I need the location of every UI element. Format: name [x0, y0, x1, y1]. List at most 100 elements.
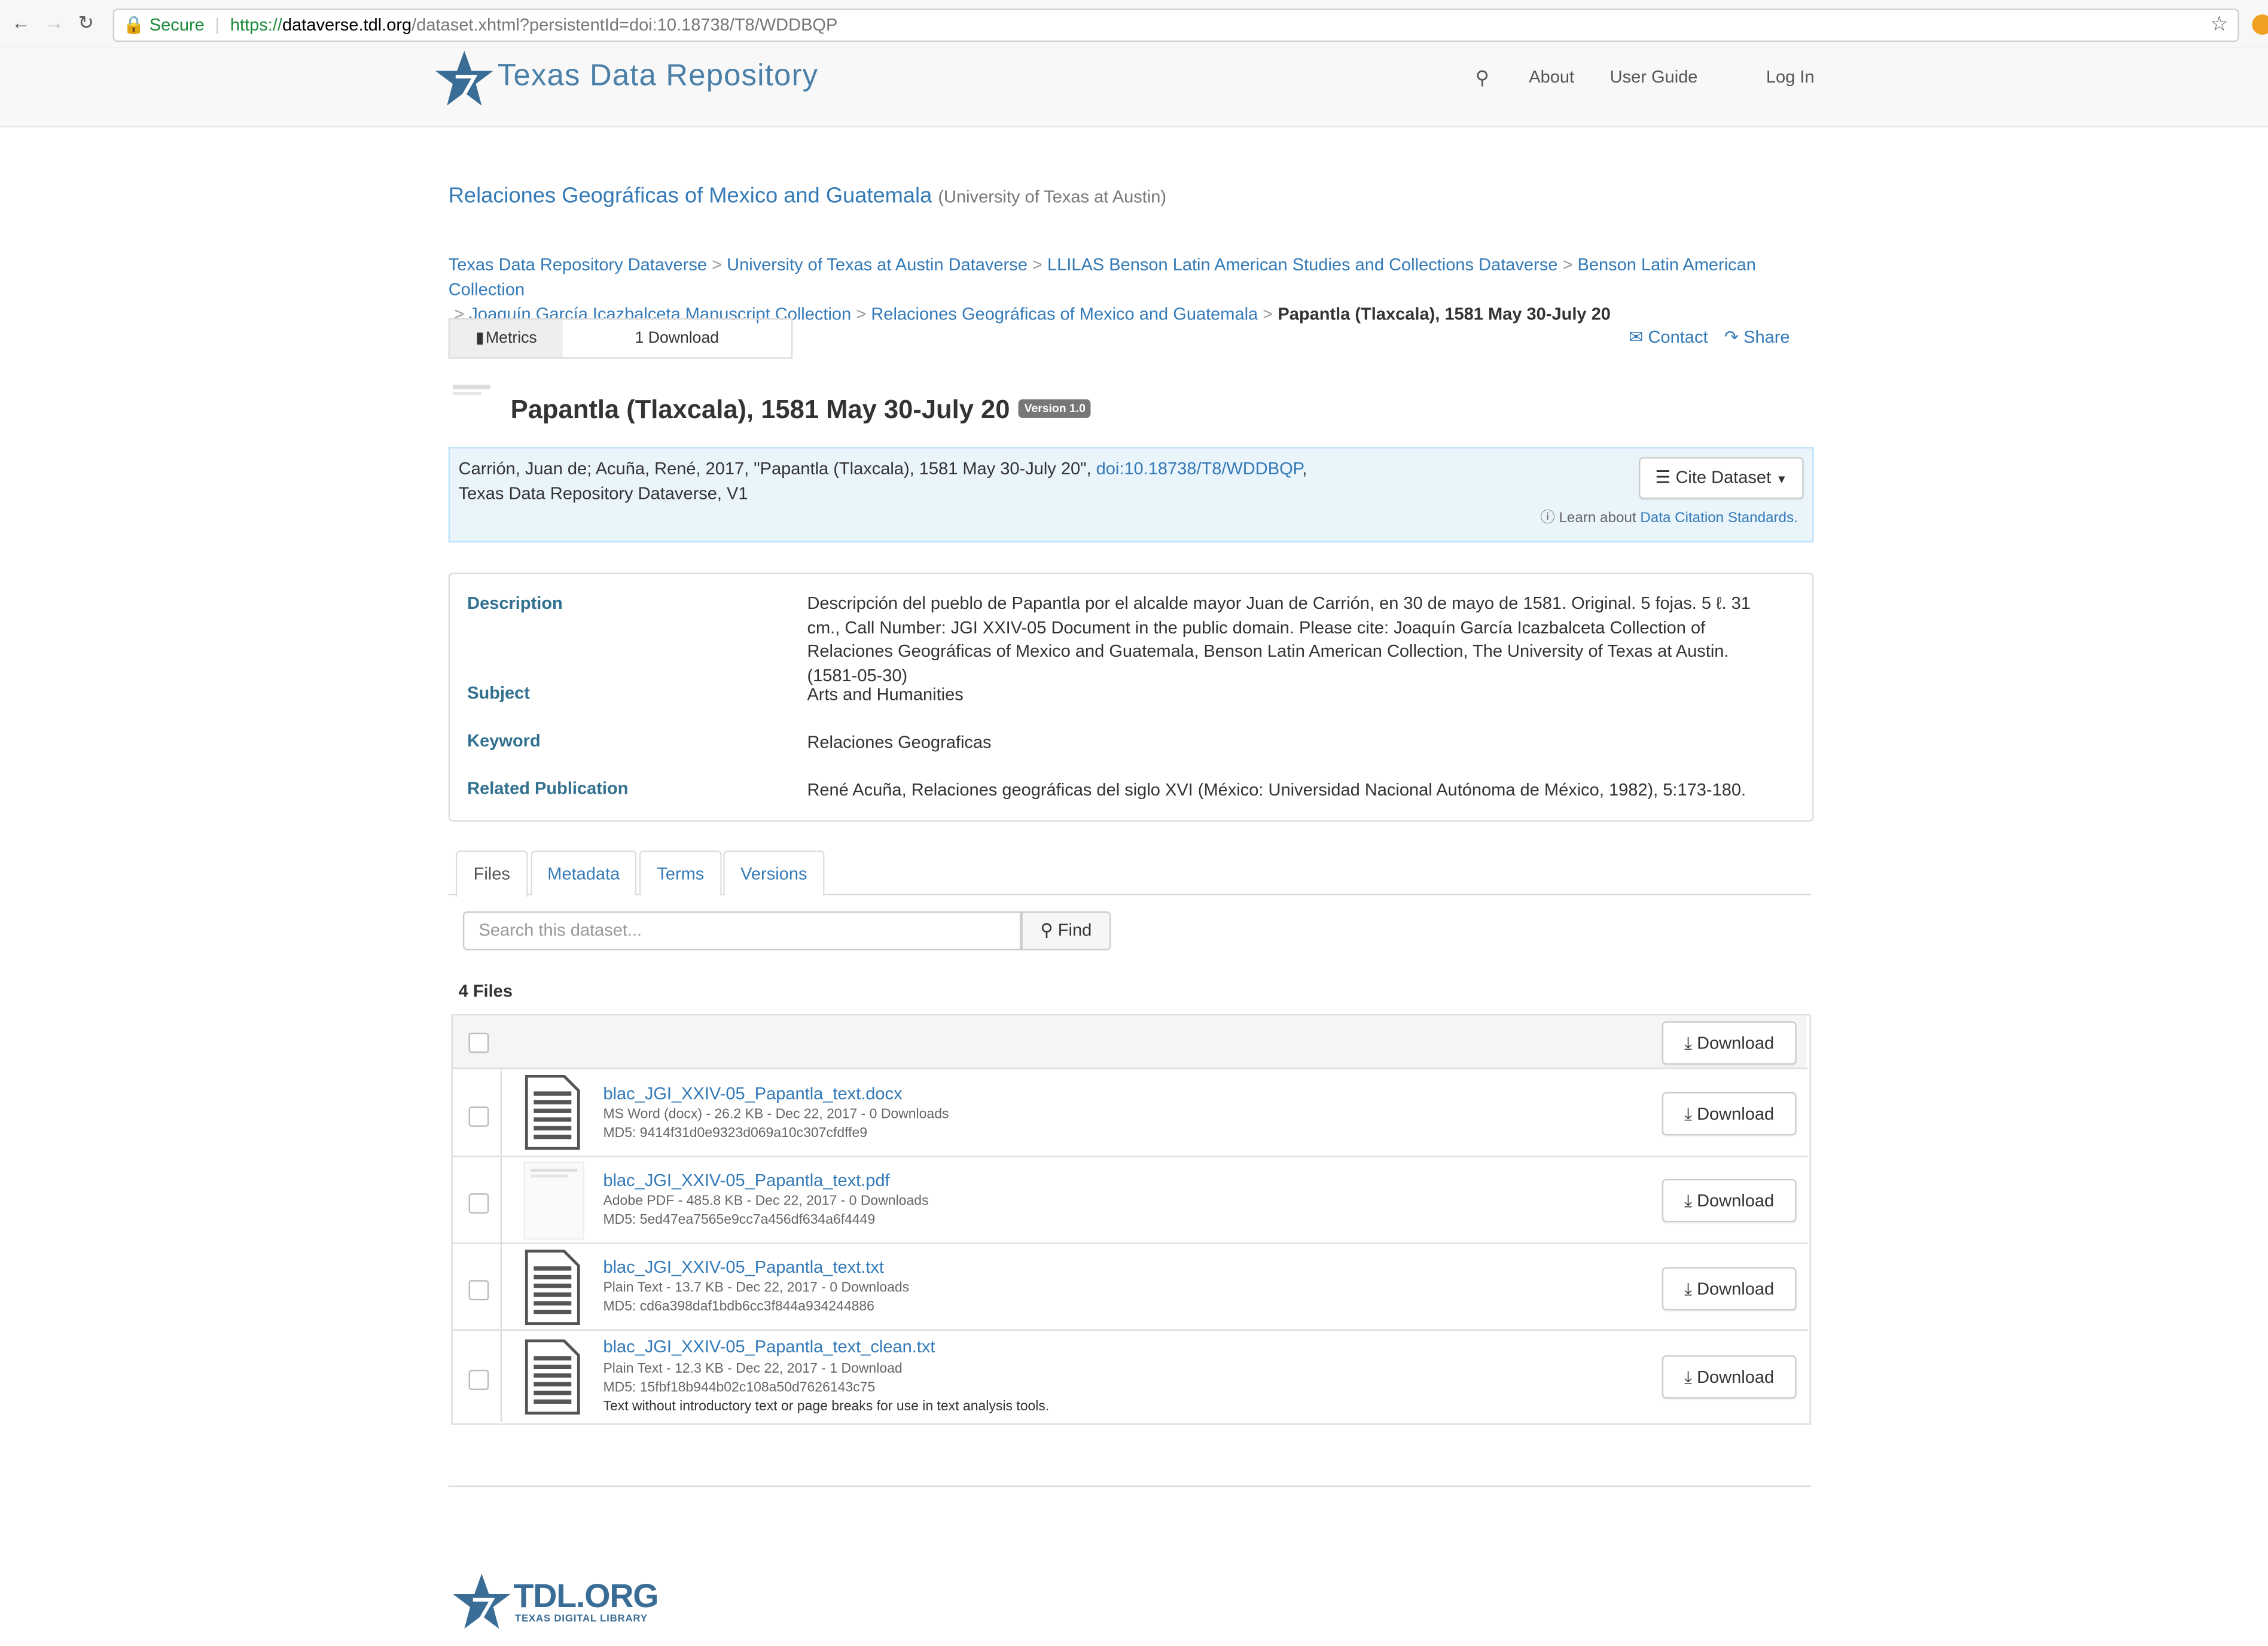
- file-md5: MD5: cd6a398daf1bdb6cc3f844a934244886: [603, 1298, 874, 1315]
- file-meta: Plain Text - 13.7 KB - Dec 22, 2017 - 0 …: [603, 1280, 910, 1296]
- document-icon: [525, 1339, 580, 1415]
- metrics-label[interactable]: ▮ Metrics: [450, 319, 563, 358]
- select-all-checkbox[interactable]: [468, 1032, 489, 1053]
- download-icon: ⤓: [1684, 1367, 1692, 1388]
- nav-login[interactable]: Log In: [1766, 66, 1815, 87]
- keyword-value: Relaciones Geograficas: [807, 731, 992, 752]
- breadcrumb-separator: >: [712, 254, 723, 275]
- metrics-box: ▮ Metrics 1 Download: [448, 318, 793, 359]
- download-icon: ⤓: [1684, 1032, 1692, 1053]
- metrics-downloads: 1 Download: [635, 330, 720, 348]
- forward-icon[interactable]: →: [45, 11, 63, 33]
- tab-files[interactable]: Files: [455, 850, 528, 897]
- dataset-thumbnail-line: [452, 392, 482, 395]
- download-button[interactable]: ⤓ Download: [1662, 1092, 1797, 1136]
- file-checkbox[interactable]: [468, 1370, 489, 1391]
- subject-label: Subject: [467, 682, 530, 703]
- document-icon: [525, 1249, 580, 1325]
- envelope-icon: ✉: [1629, 327, 1644, 348]
- file-count: 4 Files: [458, 980, 513, 1001]
- tdl-logo-subtitle: TEXAS DIGITAL LIBRARY: [514, 1614, 648, 1624]
- citation-prefix: Carrión, Juan de; Acuña, René, 2017, "Pa…: [458, 458, 1096, 479]
- column-divider: [500, 1330, 502, 1422]
- download-button[interactable]: ⤓ Download: [1662, 1355, 1797, 1399]
- download-label: Download: [1697, 1190, 1775, 1211]
- breadcrumb-item[interactable]: University of Texas at Austin Dataverse: [727, 255, 1028, 275]
- footer-divider: [448, 1485, 1811, 1488]
- breadcrumb: Texas Data Repository Dataverse > Univer…: [449, 253, 1815, 327]
- download-label: Download: [1697, 1032, 1775, 1053]
- contact-button[interactable]: ✉ Contact: [1629, 327, 1708, 348]
- file-checkbox[interactable]: [468, 1280, 489, 1301]
- dataset-thumbnail: [452, 385, 490, 389]
- description-value: Descripción del pueblo de Papantla por e…: [807, 593, 1751, 685]
- file-name-link[interactable]: blac_JGI_XXIV-05_Papantla_text_clean.txt: [603, 1337, 935, 1357]
- tab-versions[interactable]: Versions: [723, 850, 825, 895]
- tab-terms[interactable]: Terms: [639, 850, 722, 895]
- download-button[interactable]: ⤓ Download: [1662, 1178, 1797, 1223]
- document-icon: [525, 1074, 580, 1150]
- citation-help: ⓘ Learn about Data Citation Standards.: [1540, 505, 1798, 527]
- bar-chart-icon: ▮: [475, 330, 486, 348]
- back-icon[interactable]: ←: [11, 11, 30, 33]
- find-button[interactable]: ⚲ Find: [1021, 911, 1111, 950]
- dataset-search-input[interactable]: Search this dataset...: [462, 911, 1022, 950]
- info-icon: ⓘ: [1540, 510, 1555, 527]
- secure-label: Secure: [149, 14, 205, 35]
- search-icon[interactable]: ⚲: [1476, 66, 1489, 90]
- caret-down-icon: ▼: [1776, 473, 1788, 486]
- site-header: [0, 47, 2268, 127]
- file-checkbox[interactable]: [468, 1193, 489, 1214]
- column-divider: [500, 1069, 502, 1156]
- column-divider: [500, 1157, 502, 1244]
- reload-icon[interactable]: ↻: [78, 11, 94, 35]
- breadcrumb-item[interactable]: LLILAS Benson Latin American Studies and…: [1047, 255, 1557, 275]
- download-icon: ⤓: [1684, 1190, 1692, 1211]
- breadcrumb-item[interactable]: Texas Data Repository Dataverse: [449, 255, 707, 275]
- download-label: Download: [1697, 1278, 1775, 1299]
- tdl-star-logo-icon[interactable]: [449, 1571, 515, 1634]
- cite-dataset-button[interactable]: ☰ Cite Dataset ▼: [1639, 457, 1804, 499]
- extension-icon[interactable]: [2252, 14, 2268, 35]
- share-button[interactable]: ↷ Share: [1724, 327, 1790, 348]
- download-icon: ⤓: [1684, 1278, 1692, 1299]
- star-logo-icon[interactable]: [431, 48, 498, 109]
- file-name-link[interactable]: blac_JGI_XXIV-05_Papantla_text.docx: [603, 1083, 902, 1104]
- bookmark-star-icon[interactable]: ☆: [2210, 11, 2228, 36]
- related-publication-value: René Acuña, Relaciones geográficas del s…: [807, 779, 1746, 800]
- dataverse-name-link[interactable]: Relaciones Geográficas of Mexico and Gua…: [449, 184, 932, 208]
- lock-icon: 🔒: [123, 14, 145, 35]
- download-icon: ⤓: [1684, 1104, 1692, 1124]
- share-icon: ↷: [1724, 327, 1739, 348]
- download-label: Download: [1697, 1104, 1775, 1124]
- cite-dataset-label: Cite Dataset: [1675, 467, 1772, 487]
- brand-name[interactable]: Texas Data Repository: [498, 59, 818, 94]
- tab-metadata[interactable]: Metadata: [531, 850, 637, 895]
- file-name-link[interactable]: blac_JGI_XXIV-05_Papantla_text.txt: [603, 1257, 883, 1278]
- download-button[interactable]: ⤓ Download: [1662, 1267, 1797, 1311]
- breadcrumb-item[interactable]: Relaciones Geográficas of Mexico and Gua…: [871, 304, 1258, 324]
- dataset-title: Papantla (Tlaxcala), 1581 May 30-July 20: [510, 395, 1010, 424]
- list-icon: ☰: [1655, 467, 1671, 487]
- download-all-button[interactable]: ⤓ Download: [1662, 1021, 1797, 1065]
- file-name-link[interactable]: blac_JGI_XXIV-05_Papantla_text.pdf: [603, 1170, 889, 1190]
- dataverse-affiliation: (University of Texas at Austin): [938, 186, 1167, 207]
- file-meta: Adobe PDF - 485.8 KB - Dec 22, 2017 - 0 …: [603, 1193, 929, 1209]
- address-bar[interactable]: 🔒 Secure | https://dataverse.tdl.org/dat…: [112, 8, 2239, 42]
- file-checkbox[interactable]: [468, 1107, 489, 1127]
- keyword-label: Keyword: [467, 730, 541, 751]
- tdl-logo-text[interactable]: TDL.ORG: [514, 1577, 659, 1615]
- page-title: Papantla (Tlaxcala), 1581 May 30-July 20…: [511, 395, 1092, 425]
- file-md5: MD5: 15fbf18b944b02c108a50d7626143c75: [603, 1380, 876, 1396]
- breadcrumb-separator: >: [1263, 303, 1273, 324]
- url-scheme: https://: [230, 14, 282, 35]
- pdf-thumbnail[interactable]: [523, 1161, 585, 1240]
- breadcrumb-separator: >: [856, 303, 867, 324]
- breadcrumb-separator: >: [1032, 254, 1042, 275]
- citation-standards-link[interactable]: Data Citation Standards.: [1640, 511, 1797, 527]
- file-meta: MS Word (docx) - 26.2 KB - Dec 22, 2017 …: [603, 1107, 949, 1123]
- share-label: Share: [1743, 327, 1790, 348]
- nav-user-guide[interactable]: User Guide: [1610, 66, 1698, 87]
- nav-about[interactable]: About: [1529, 66, 1574, 87]
- doi-link[interactable]: doi:10.18738/T8/WDDBQP: [1096, 459, 1303, 479]
